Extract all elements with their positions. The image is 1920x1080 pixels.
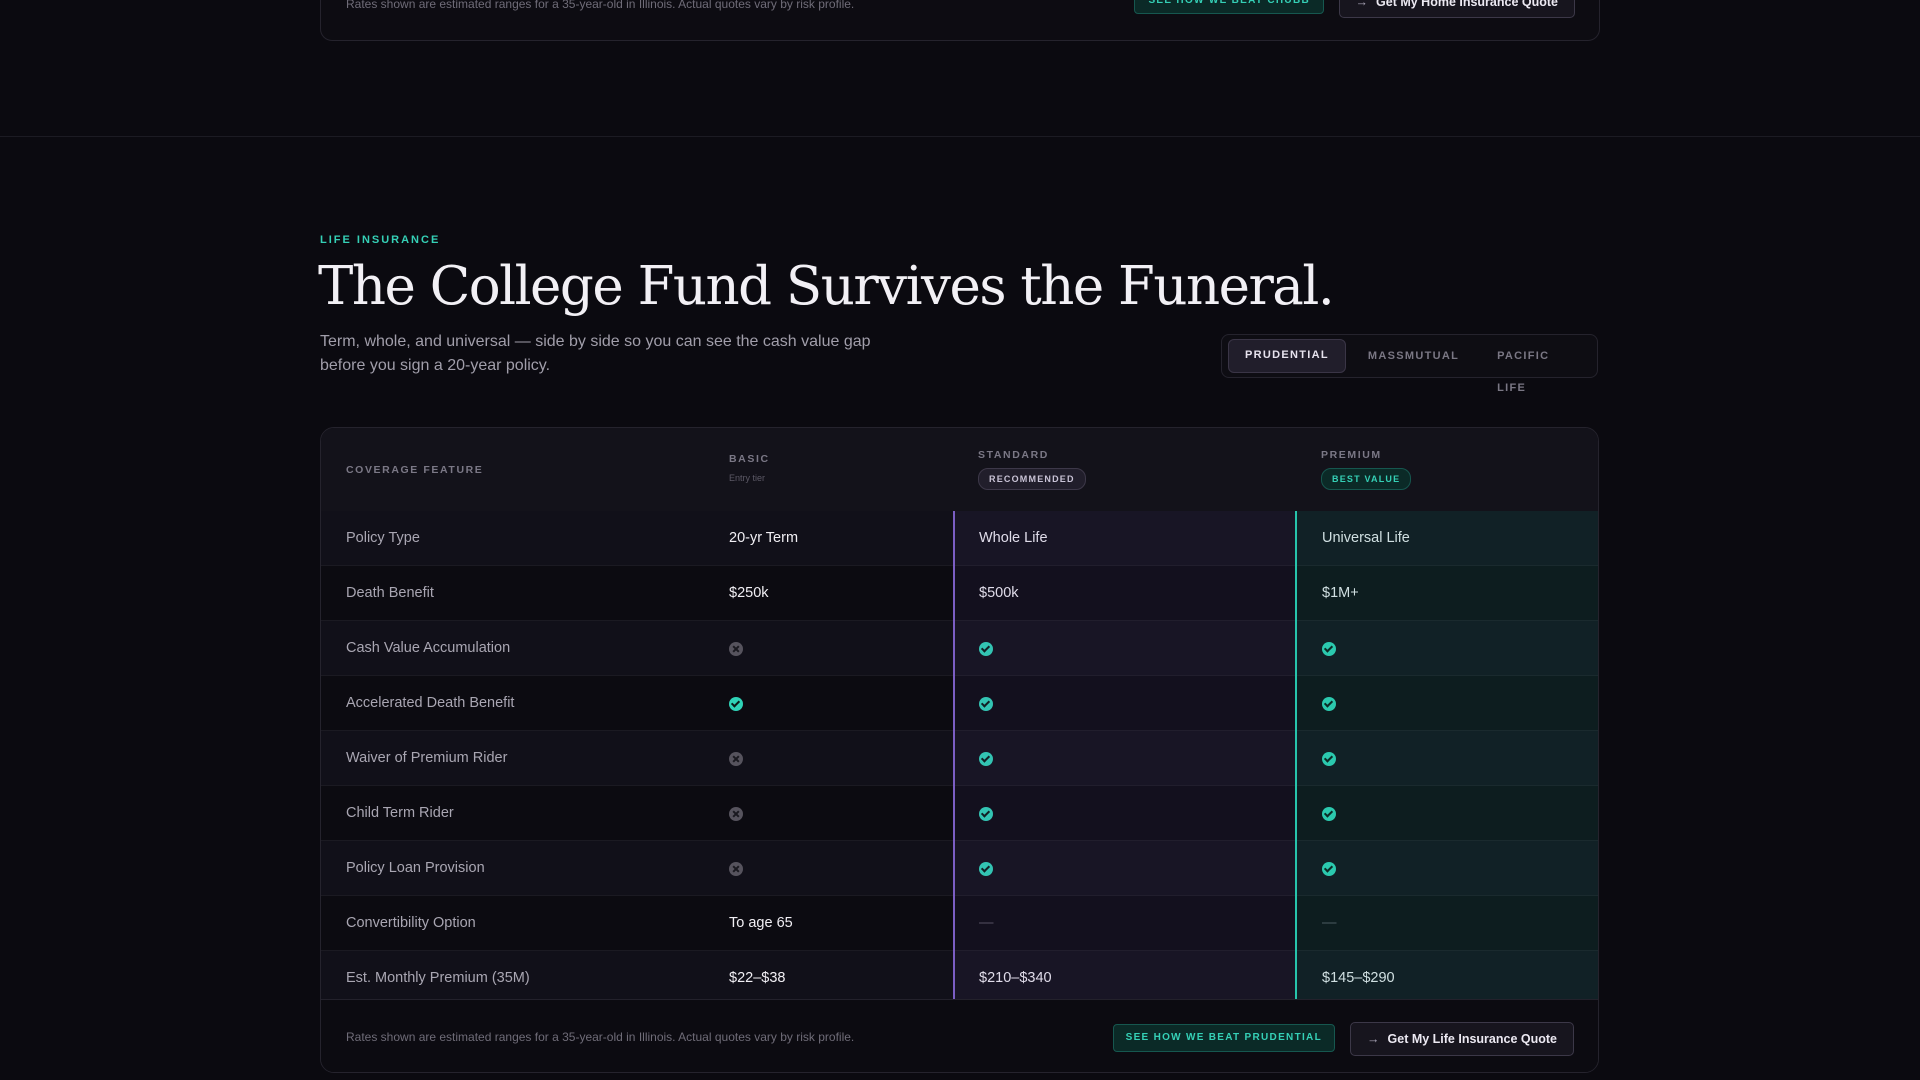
header-standard: STANDARD bbox=[978, 449, 1049, 461]
table-header: COVERAGE FEATURE BASIC Entry tier STANDA… bbox=[321, 428, 1598, 512]
tab-pacific-life[interactable]: PACIFIC LIFE bbox=[1481, 340, 1591, 394]
life-quote-button[interactable]: → Get My Life Insurance Quote bbox=[1350, 1022, 1574, 1056]
x-icon bbox=[729, 642, 743, 656]
x-icon bbox=[729, 807, 743, 821]
feature-label: Waiver of Premium Rider bbox=[346, 750, 508, 766]
recommended-badge: RECOMMENDED bbox=[978, 468, 1086, 490]
tab-prudential[interactable]: PRUDENTIAL bbox=[1228, 339, 1346, 373]
feature-label: Est. Monthly Premium (35M) bbox=[346, 970, 530, 986]
rates-note: Rates shown are estimated ranges for a 3… bbox=[346, 1030, 855, 1044]
table-footer: Rates shown are estimated ranges for a 3… bbox=[321, 999, 1598, 1072]
premium-column-highlight bbox=[1295, 511, 1598, 999]
comparison-table: COVERAGE FEATURE BASIC Entry tier STANDA… bbox=[320, 427, 1599, 1073]
feature-label: Policy Type bbox=[346, 530, 420, 546]
arrow-right-icon: → bbox=[1367, 1032, 1380, 1046]
standard-column-highlight bbox=[953, 511, 1297, 999]
header-basic: BASIC bbox=[729, 453, 770, 465]
feature-label: Policy Loan Provision bbox=[346, 860, 485, 876]
home-quote-button[interactable]: → Get My Home Insurance Quote bbox=[1338, 0, 1575, 18]
section-title: The College Fund Survives the Funeral. bbox=[318, 256, 1335, 317]
section-subtitle: Term, whole, and universal — side by sid… bbox=[320, 333, 871, 374]
feature-label: Death Benefit bbox=[346, 585, 434, 601]
basic-value: To age 65 bbox=[729, 915, 793, 931]
x-icon bbox=[729, 752, 743, 766]
x-icon bbox=[729, 862, 743, 876]
rates-note: Rates shown are estimated ranges for a 3… bbox=[346, 0, 855, 11]
section-eyebrow: LIFE INSURANCE bbox=[320, 234, 441, 246]
basic-value: 20-yr Term bbox=[729, 530, 799, 546]
life-quote-label: Get My Life Insurance Quote bbox=[1387, 1032, 1557, 1046]
home-quote-label: Get My Home Insurance Quote bbox=[1376, 0, 1558, 9]
feature-label: Accelerated Death Benefit bbox=[346, 695, 515, 711]
header-basic-note: Entry tier bbox=[729, 473, 766, 483]
header-premium: PREMIUM bbox=[1321, 449, 1382, 461]
arrow-right-icon: → bbox=[1355, 0, 1369, 9]
competitor-tabs: PRUDENTIAL MASSMUTUAL PACIFIC LIFE bbox=[1221, 334, 1598, 394]
basic-value: $22–$38 bbox=[729, 970, 786, 986]
feature-label: Convertibility Option bbox=[346, 915, 476, 931]
check-icon bbox=[729, 697, 743, 711]
section-divider bbox=[0, 136, 1920, 137]
basic-value: $250k bbox=[729, 585, 769, 601]
header-feature: COVERAGE FEATURE bbox=[346, 464, 484, 476]
beat-prudential-button[interactable]: SEE HOW WE BEAT PRUDENTIAL bbox=[1112, 1024, 1335, 1052]
feature-label: Child Term Rider bbox=[346, 805, 454, 821]
feature-label: Cash Value Accumulation bbox=[346, 640, 511, 656]
tab-massmutual[interactable]: MASSMUTUAL bbox=[1352, 340, 1475, 372]
best-value-badge: BEST VALUE bbox=[1321, 468, 1412, 490]
beat-chubb-button[interactable]: SEE HOW WE BEAT CHUBB bbox=[1134, 0, 1324, 14]
previous-section-footer: Rates shown are estimated ranges for a 3… bbox=[320, 0, 1600, 41]
